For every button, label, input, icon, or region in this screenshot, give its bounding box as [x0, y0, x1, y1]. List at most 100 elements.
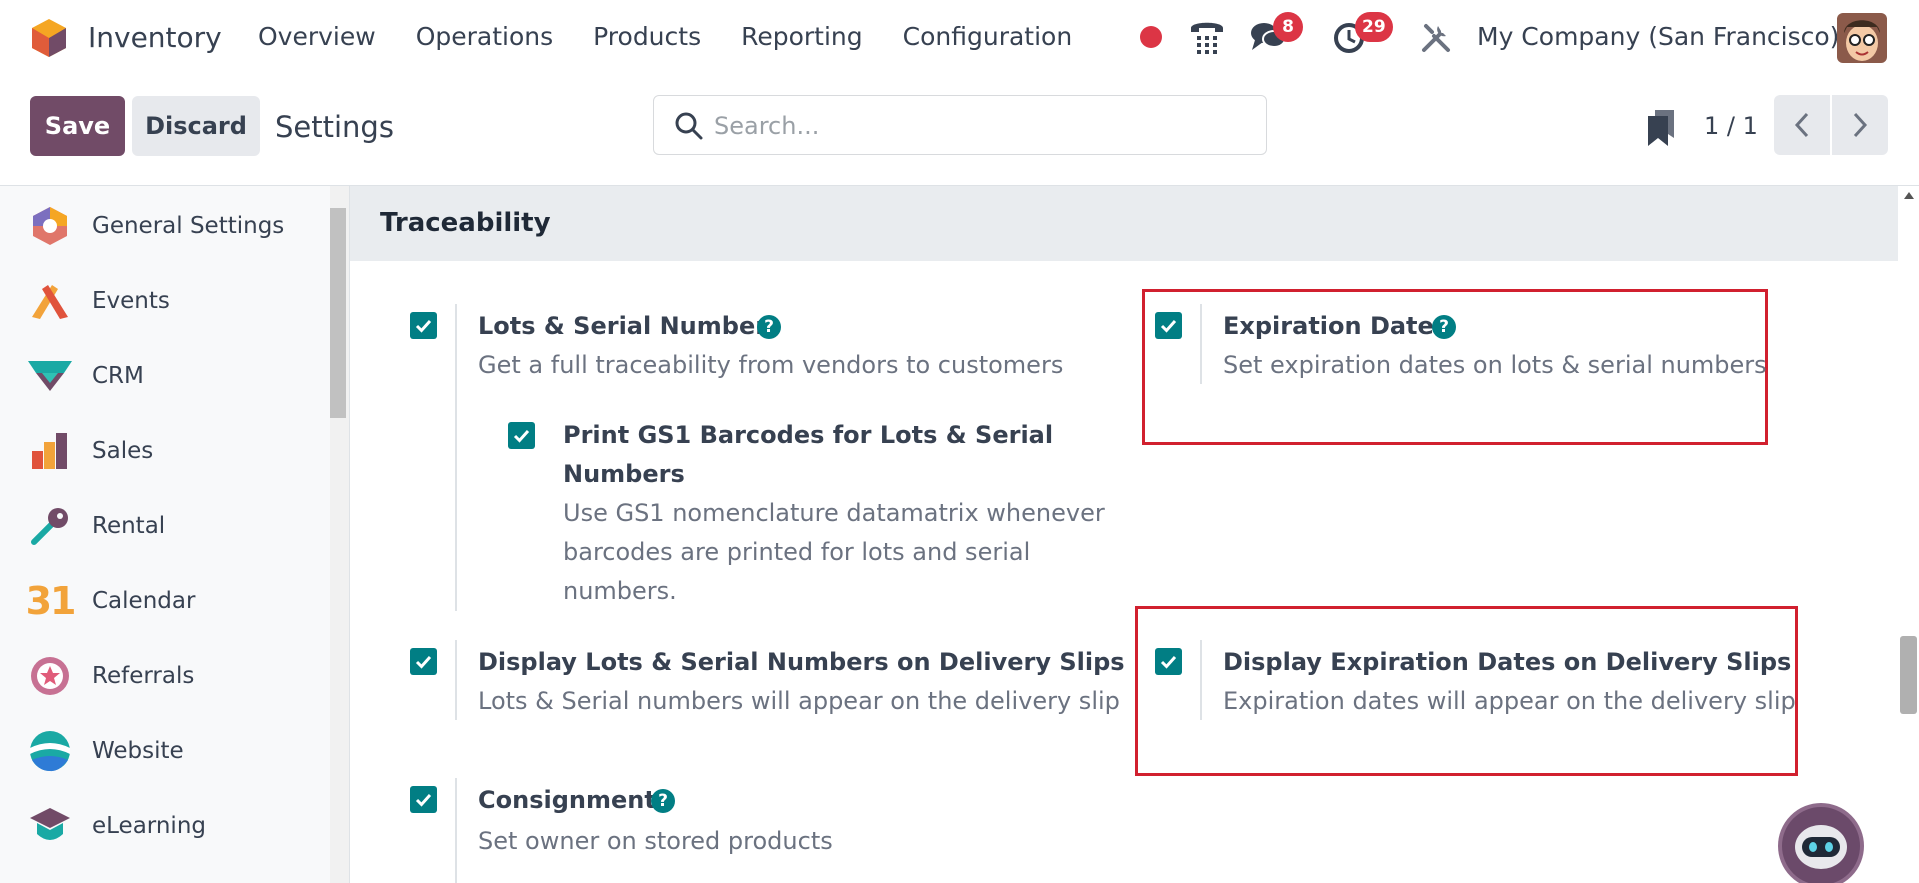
calendar-icon: 31 [25, 579, 77, 623]
company-switcher[interactable]: My Company (San Francisco) [1477, 22, 1839, 51]
discard-button[interactable]: Discard [132, 96, 260, 156]
sidebar-item-label: General Settings [92, 213, 285, 239]
help-icon[interactable]: ? [757, 315, 781, 339]
sidebar-item-label: Referrals [92, 663, 195, 689]
activities-count-badge: 29 [1355, 12, 1393, 42]
help-icon[interactable]: ? [651, 789, 675, 813]
checkmark-icon [415, 655, 432, 669]
gs1-barcodes-description-line1: Use GS1 nomenclature datamatrix whenever [563, 499, 1105, 527]
sidebar-scrollbar-thumb[interactable] [330, 208, 346, 418]
sidebar-item-website[interactable]: Website [28, 721, 328, 781]
sidebar-item-events[interactable]: Events [28, 271, 328, 331]
sidebar-item-label: Sales [92, 438, 154, 464]
section-header: Traceability [350, 186, 1898, 261]
sidebar-item-label: Calendar [92, 588, 196, 614]
pager-previous-button[interactable] [1774, 95, 1830, 155]
lots-serial-checkbox[interactable] [410, 312, 437, 339]
favorites-bookmark-icon[interactable] [1648, 110, 1674, 146]
sidebar-item-rental[interactable]: Rental [28, 496, 328, 556]
save-button[interactable]: Save [30, 96, 125, 156]
pager-next-button[interactable] [1832, 95, 1888, 155]
gs1-barcodes-description-line3: numbers. [563, 577, 677, 605]
display-lots-delivery-description: Lots & Serial numbers will appear on the… [478, 687, 1120, 715]
sidebar-item-referrals[interactable]: Referrals [28, 646, 328, 706]
consignment-title: Consignment [478, 786, 656, 814]
messages-count-badge: 8 [1273, 12, 1303, 42]
checkmark-icon [1160, 655, 1177, 669]
sidebar-divider [349, 186, 350, 883]
lots-serial-description: Get a full traceability from vendors to … [478, 351, 1064, 379]
checkmark-icon [513, 429, 530, 443]
display-expiration-delivery-title: Display Expiration Dates on Delivery Sli… [1223, 648, 1792, 676]
chatbot-launcher[interactable] [1778, 803, 1864, 883]
display-lots-delivery-title: Display Lots & Serial Numbers on Deliver… [478, 648, 1125, 676]
gs1-barcodes-description-line2: barcodes are printed for lots and serial [563, 538, 1031, 566]
menu-configuration[interactable]: Configuration [903, 22, 1073, 51]
app-name[interactable]: Inventory [88, 21, 222, 54]
gs1-barcodes-title-line1: Print GS1 Barcodes for Lots & Serial [563, 421, 1054, 449]
search-input[interactable] [714, 106, 1254, 146]
gs1-barcodes-checkbox[interactable] [508, 422, 535, 449]
top-navbar: Inventory Overview Operations Products R… [0, 0, 1919, 78]
expiration-dates-title: Expiration Dates [1223, 312, 1449, 340]
sidebar-item-general-settings[interactable]: General Settings [28, 196, 328, 256]
pager-value[interactable]: 1 / 1 [1704, 112, 1758, 140]
checkmark-icon [415, 319, 432, 333]
setting-divider [455, 304, 457, 611]
sidebar-item-sales[interactable]: Sales [28, 421, 328, 481]
expiration-dates-checkbox[interactable] [1155, 312, 1182, 339]
sidebar-item-label: Rental [92, 513, 166, 539]
elearning-cap-icon [28, 804, 72, 848]
phone-icon[interactable] [1188, 16, 1226, 56]
setting-divider [1200, 640, 1202, 720]
sidebar-item-calendar[interactable]: 31 Calendar [25, 571, 328, 631]
chevron-left-icon [1794, 112, 1809, 138]
sidebar-item-elearning[interactable]: eLearning [28, 796, 328, 856]
menu-reporting[interactable]: Reporting [741, 22, 863, 51]
sidebar-item-label: Website [92, 738, 184, 764]
search-bar[interactable] [653, 95, 1267, 155]
sales-icon [28, 429, 72, 473]
consignment-description: Set owner on stored products [478, 827, 833, 855]
user-avatar[interactable] [1837, 13, 1887, 63]
help-icon[interactable]: ? [1432, 315, 1456, 339]
website-globe-icon [28, 729, 72, 773]
sidebar-item-label: Events [92, 288, 170, 314]
display-expiration-delivery-description: Expiration dates will appear on the deli… [1223, 687, 1796, 715]
menu-operations[interactable]: Operations [416, 22, 553, 51]
sidebar-item-label: eLearning [92, 813, 207, 839]
robot-icon [1795, 825, 1847, 869]
sidebar-item-crm[interactable]: CRM [28, 346, 328, 406]
general-settings-icon [28, 204, 72, 248]
rental-key-icon [28, 504, 72, 548]
lots-serial-title: Lots & Serial Numbers [478, 312, 782, 340]
scroll-up-arrow-icon[interactable] [1904, 192, 1914, 199]
calendar-icon-text: 31 [25, 579, 77, 623]
setting-divider [1200, 304, 1202, 384]
chevron-right-icon [1853, 112, 1868, 138]
main-scrollbar-thumb[interactable] [1900, 636, 1917, 714]
menu-overview[interactable]: Overview [258, 22, 376, 51]
checkmark-icon [1160, 319, 1177, 333]
consignment-checkbox[interactable] [410, 786, 437, 813]
setting-divider [455, 640, 457, 720]
main-menu: Overview Operations Products Reporting C… [258, 22, 1112, 51]
setting-divider [455, 778, 457, 883]
inventory-app-icon[interactable] [30, 18, 68, 58]
settings-sidebar: General Settings Events CRM Sales Rental… [0, 186, 330, 883]
referrals-icon [28, 654, 72, 698]
display-lots-delivery-checkbox[interactable] [410, 648, 437, 675]
crm-icon [28, 354, 72, 398]
checkmark-icon [415, 793, 432, 807]
sidebar-item-label: CRM [92, 363, 144, 389]
expiration-dates-description: Set expiration dates on lots & serial nu… [1223, 351, 1767, 379]
search-icon [675, 112, 703, 140]
gs1-barcodes-title-line2: Numbers [563, 460, 685, 488]
display-expiration-delivery-checkbox[interactable] [1155, 648, 1182, 675]
page-title: Settings [275, 110, 394, 144]
section-title: Traceability [380, 208, 551, 238]
recording-indicator-icon[interactable] [1140, 26, 1162, 48]
menu-products[interactable]: Products [593, 22, 701, 51]
events-icon [28, 279, 72, 323]
tools-icon[interactable] [1420, 22, 1452, 54]
